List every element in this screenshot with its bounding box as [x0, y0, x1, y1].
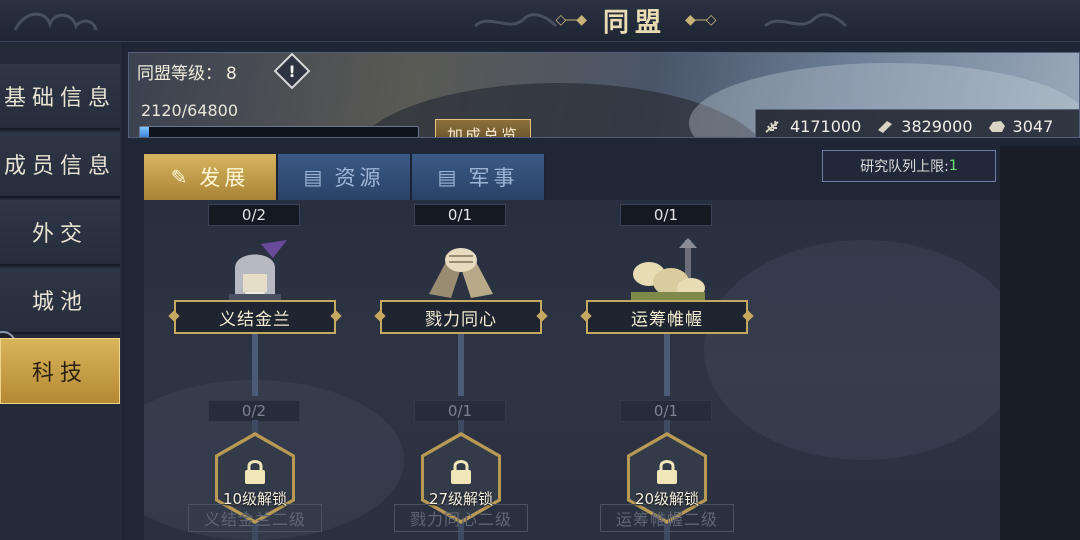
alliance-exp-text: 2120/64800	[141, 101, 239, 120]
sidebar-item-label: 城池	[31, 290, 88, 315]
tech-level-count: 0/1	[620, 204, 712, 226]
alliance-level-label: 同盟等级：	[137, 64, 222, 84]
camp-tents-icon	[631, 238, 705, 306]
lock-icon	[657, 460, 677, 484]
sidebar-item-diplomacy[interactable]: 外交	[0, 200, 120, 266]
alliance-exp-fill	[140, 127, 150, 137]
warning-glyph: !	[288, 61, 296, 81]
sidebar-item-label: 基础信息	[3, 86, 116, 111]
research-queue-limit: 研究队列上限: 1	[822, 150, 996, 182]
book-icon: ▤	[437, 165, 461, 189]
lock-icon	[451, 460, 471, 484]
alliance-level: 同盟等级： 8	[137, 59, 237, 84]
sidebar-item-label: 科技	[31, 361, 88, 386]
main-panel: 同盟等级： 8 ! 2120/64800 加成总览 4171000 3829000…	[124, 42, 1080, 540]
alliance-banner: 同盟等级： 8 ! 2120/64800 加成总览 4171000 3829000…	[128, 52, 1080, 138]
sidebar: 基础信息 成员信息 外交 城池 ◂ 科技	[0, 42, 122, 540]
title-ornament-right-icon: ◆—◇	[685, 12, 717, 28]
research-queue-value: 1	[948, 158, 958, 174]
tech-node-sworn-brothers[interactable]: 0/2 义结金兰 0/2 义结金兰二级 10级解锁	[170, 200, 340, 540]
alliance-level-value: 8	[226, 64, 237, 84]
wood-icon	[878, 121, 893, 133]
tech-node-strategy[interactable]: 0/1 运筹帷幄 0/1 运筹帷幄二级 20级解锁	[582, 200, 752, 540]
tab-military[interactable]: ▤ 军事	[412, 154, 546, 200]
tab-resources[interactable]: ▤ 资源	[278, 154, 412, 200]
cloud-ornament-icon	[763, 13, 848, 28]
warning-icon[interactable]: !	[273, 53, 311, 90]
tech-tabs: ✎ 发展 ▤ 资源 ▤ 军事	[144, 154, 546, 200]
cloud-ornament-icon	[473, 13, 558, 28]
top-bar: ◇—◆ 同盟 ◆—◇	[0, 0, 1080, 42]
tab-label: 发展	[199, 166, 250, 190]
tree-connector	[458, 330, 464, 396]
tech-node-united-effort[interactable]: 0/1 戮力同心 0/1 戮力同心二级 27级解锁	[376, 200, 546, 540]
tech-name: 运筹帷幄	[586, 300, 748, 334]
right-panel-shade	[1000, 146, 1080, 540]
tech-unlock-requirement: 10级解锁	[222, 490, 288, 508]
clasped-hands-icon	[429, 248, 493, 298]
research-queue-label: 研究队列上限:	[860, 159, 949, 175]
resource-wood: 3829000	[875, 116, 973, 136]
sidebar-item-technology[interactable]: 科技	[0, 338, 120, 404]
tech-unlock-requirement: 20级解锁	[634, 490, 700, 508]
tech-level-count: 0/2	[208, 204, 300, 226]
lock-icon	[245, 460, 265, 484]
tech-name: 义结金兰	[174, 300, 336, 334]
page-title: 同盟	[602, 7, 667, 38]
tech-name: 戮力同心	[380, 300, 542, 334]
tech-unlock-requirement: 27级解锁	[428, 490, 494, 508]
tab-development[interactable]: ✎ 发展	[144, 154, 278, 200]
sidebar-item-basic-info[interactable]: 基础信息	[0, 64, 120, 130]
resource-wood-value: 3829000	[901, 116, 973, 136]
resource-grain: 4171000	[764, 117, 861, 136]
tech-next-count: 0/2	[208, 400, 300, 422]
book-icon: ▤	[303, 165, 327, 189]
stone-icon	[988, 121, 1005, 132]
grain-icon	[765, 120, 779, 133]
sidebar-item-label: 外交	[31, 222, 88, 247]
tree-connector	[664, 330, 670, 396]
tech-level-count: 0/1	[414, 204, 506, 226]
sidebar-item-label: 成员信息	[3, 154, 116, 179]
tab-label: 军事	[468, 166, 519, 190]
resource-stone-value: 3047	[1012, 116, 1054, 136]
resource-stone: 3047	[987, 116, 1054, 136]
bonus-overview-button[interactable]: 加成总览	[435, 119, 531, 137]
tech-next-count: 0/1	[620, 400, 712, 422]
tech-tree: 0/2 义结金兰 0/2 义结金兰二级 10级解锁 0/1 戮力同心 0/1 戮…	[144, 200, 1000, 540]
tech-next-count: 0/1	[414, 400, 506, 422]
sidebar-item-cities[interactable]: 城池	[0, 268, 120, 334]
scroll-icon: ✎	[170, 165, 192, 189]
cloud-ornament-icon	[13, 12, 98, 31]
tree-connector	[252, 330, 258, 396]
general-portrait-icon	[229, 240, 287, 308]
resource-grain-value: 4171000	[790, 116, 862, 136]
tab-label: 资源	[334, 166, 385, 190]
alliance-exp-bar	[139, 126, 419, 137]
sidebar-item-member-info[interactable]: 成员信息	[0, 132, 120, 198]
resource-bar: 4171000 3829000 3047	[755, 109, 1079, 137]
